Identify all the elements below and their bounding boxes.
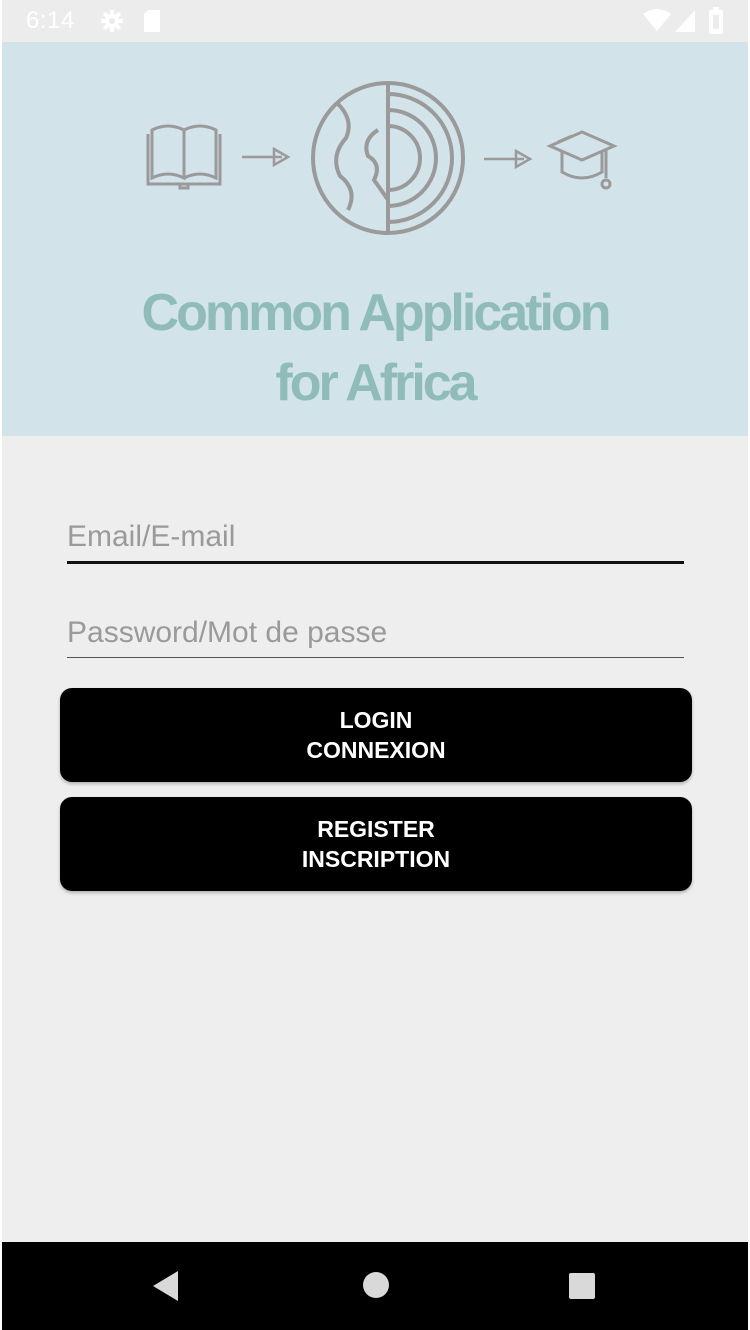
recents-icon[interactable] xyxy=(567,1271,597,1306)
status-bar: 6:14 xyxy=(2,0,748,42)
globe-icon xyxy=(311,81,465,235)
app-screen: 6:14 Common Application for Africa Email… xyxy=(2,0,748,1330)
app-logo xyxy=(146,81,618,235)
arrow-right-icon xyxy=(242,146,291,168)
arrow-right-icon xyxy=(484,148,533,170)
header-banner: Common Application for Africa xyxy=(2,42,748,436)
register-button[interactable]: REGISTER INSCRIPTION xyxy=(60,797,692,891)
email-input[interactable] xyxy=(67,513,684,561)
app-title-line2: for Africa xyxy=(275,354,477,412)
book-icon xyxy=(146,124,222,190)
sd-card-icon xyxy=(142,9,162,38)
email-underline xyxy=(67,561,684,564)
gear-icon xyxy=(100,9,124,38)
battery-icon xyxy=(708,7,724,40)
navigation-bar xyxy=(2,1242,748,1330)
password-underline xyxy=(67,656,684,658)
status-time: 6:14 xyxy=(26,7,75,34)
login-label-line2: CONNEXION xyxy=(306,737,446,763)
register-label-line2: INSCRIPTION xyxy=(301,846,451,872)
login-button[interactable]: LOGIN CONNEXION xyxy=(60,688,692,782)
back-icon[interactable] xyxy=(150,1269,180,1308)
login-label-line1: LOGIN xyxy=(339,707,413,733)
password-field[interactable] xyxy=(67,609,684,658)
wifi-icon xyxy=(642,8,672,37)
app-title-line1: Common Application xyxy=(141,284,612,342)
password-input[interactable] xyxy=(67,609,684,657)
signal-icon xyxy=(674,9,696,38)
register-label-line1: REGISTER xyxy=(317,816,435,842)
email-field[interactable] xyxy=(67,513,684,564)
app-title: Common Application for Africa xyxy=(2,278,748,418)
home-icon[interactable] xyxy=(361,1270,391,1305)
graduation-cap-icon xyxy=(546,130,618,190)
